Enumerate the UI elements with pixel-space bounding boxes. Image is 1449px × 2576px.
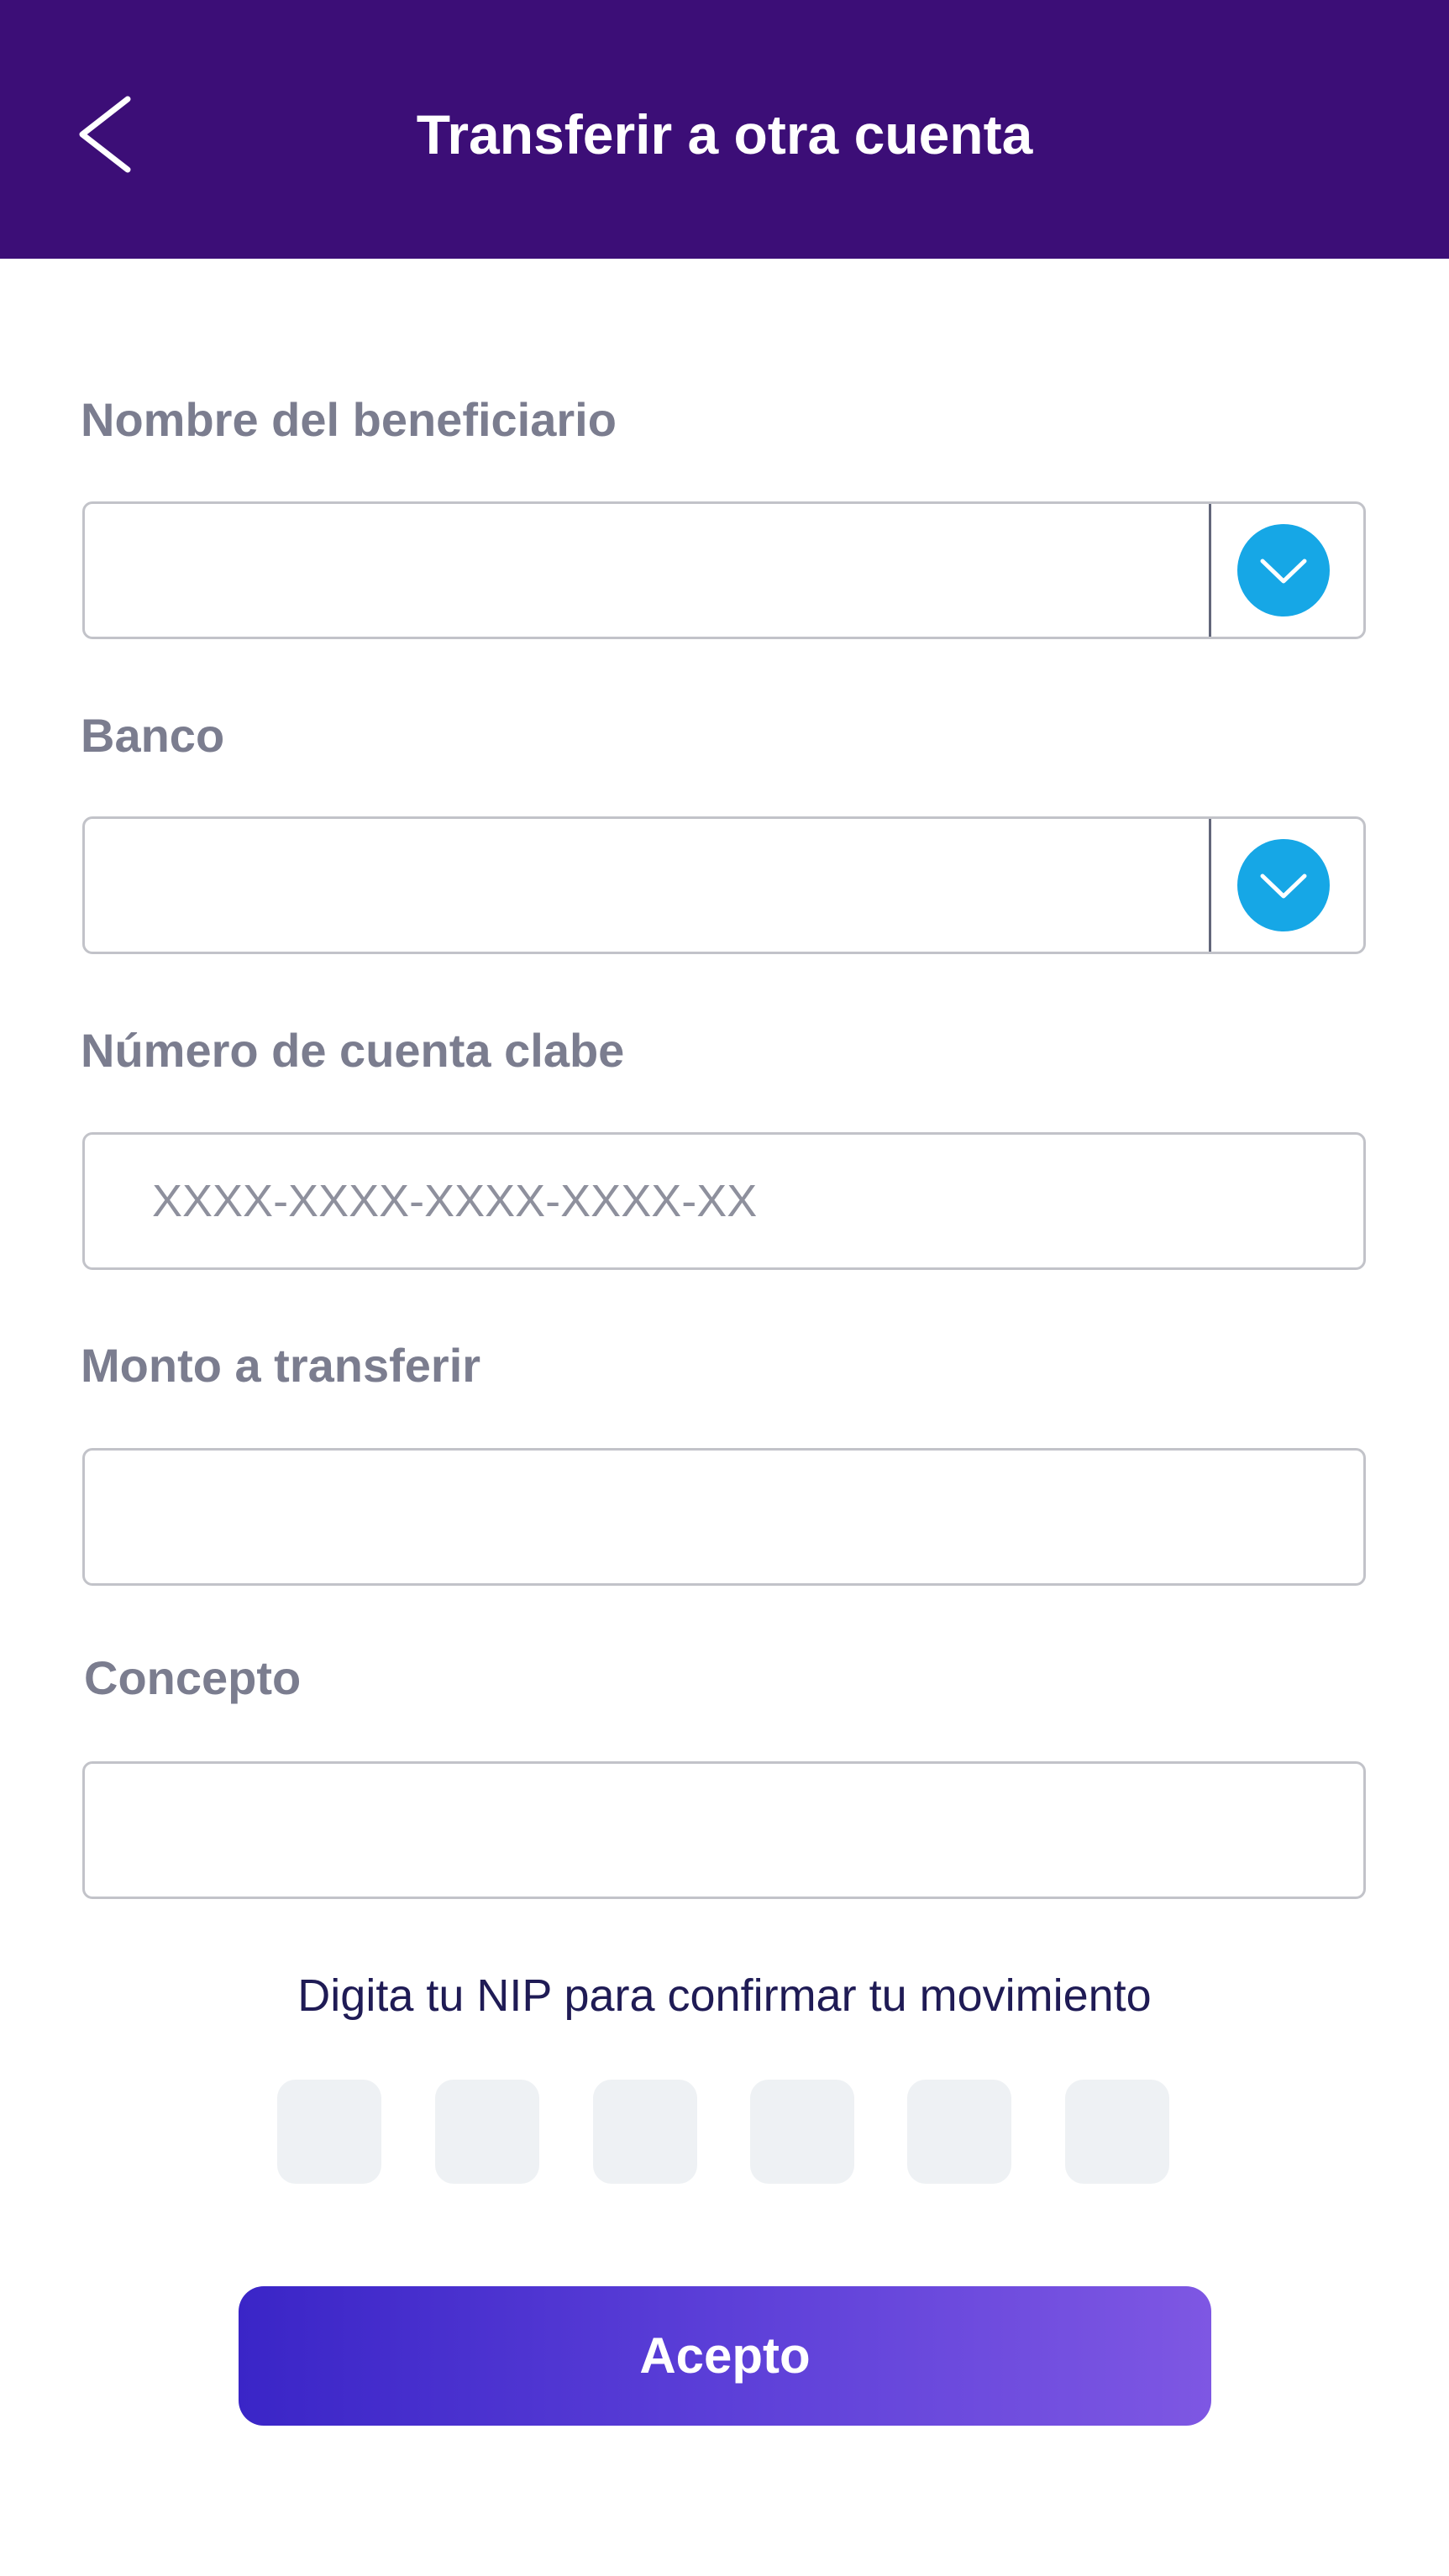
bank-dropdown-button[interactable] xyxy=(1237,839,1330,931)
beneficiary-input[interactable] xyxy=(85,504,1209,637)
clabe-input[interactable] xyxy=(85,1135,1363,1267)
bank-input[interactable] xyxy=(85,819,1209,952)
app-header: Transferir a otra cuenta xyxy=(0,0,1449,259)
bank-label: Banco xyxy=(81,709,225,762)
nip-digit-1[interactable] xyxy=(277,2080,381,2184)
nip-digit-5[interactable] xyxy=(907,2080,1011,2184)
nip-digit-4[interactable] xyxy=(750,2080,854,2184)
amount-label: Monto a transferir xyxy=(81,1339,481,1392)
concept-label: Concepto xyxy=(84,1651,302,1704)
amount-input[interactable] xyxy=(85,1451,1363,1583)
chevron-down-icon xyxy=(1260,559,1307,584)
concept-input[interactable] xyxy=(85,1764,1363,1897)
nip-digit-3[interactable] xyxy=(593,2080,697,2184)
clabe-field[interactable] xyxy=(82,1132,1366,1270)
amount-field[interactable] xyxy=(82,1448,1366,1586)
beneficiary-label: Nombre del beneficiario xyxy=(81,393,617,446)
nip-prompt: Digita tu NIP para confirmar tu movimien… xyxy=(297,1970,1152,2021)
clabe-label: Número de cuenta clabe xyxy=(81,1024,625,1077)
concept-field[interactable] xyxy=(82,1761,1366,1899)
nip-digit-2[interactable] xyxy=(435,2080,539,2184)
accept-button[interactable]: Acepto xyxy=(239,2286,1211,2426)
bank-select[interactable] xyxy=(82,816,1366,954)
chevron-down-icon xyxy=(1260,874,1307,899)
beneficiary-dropdown-button[interactable] xyxy=(1237,524,1330,616)
select-divider xyxy=(1209,504,1211,637)
page-title: Transferir a otra cuenta xyxy=(416,103,1033,165)
nip-digit-6[interactable] xyxy=(1065,2080,1169,2184)
select-divider xyxy=(1209,819,1211,952)
beneficiary-select[interactable] xyxy=(82,501,1366,639)
